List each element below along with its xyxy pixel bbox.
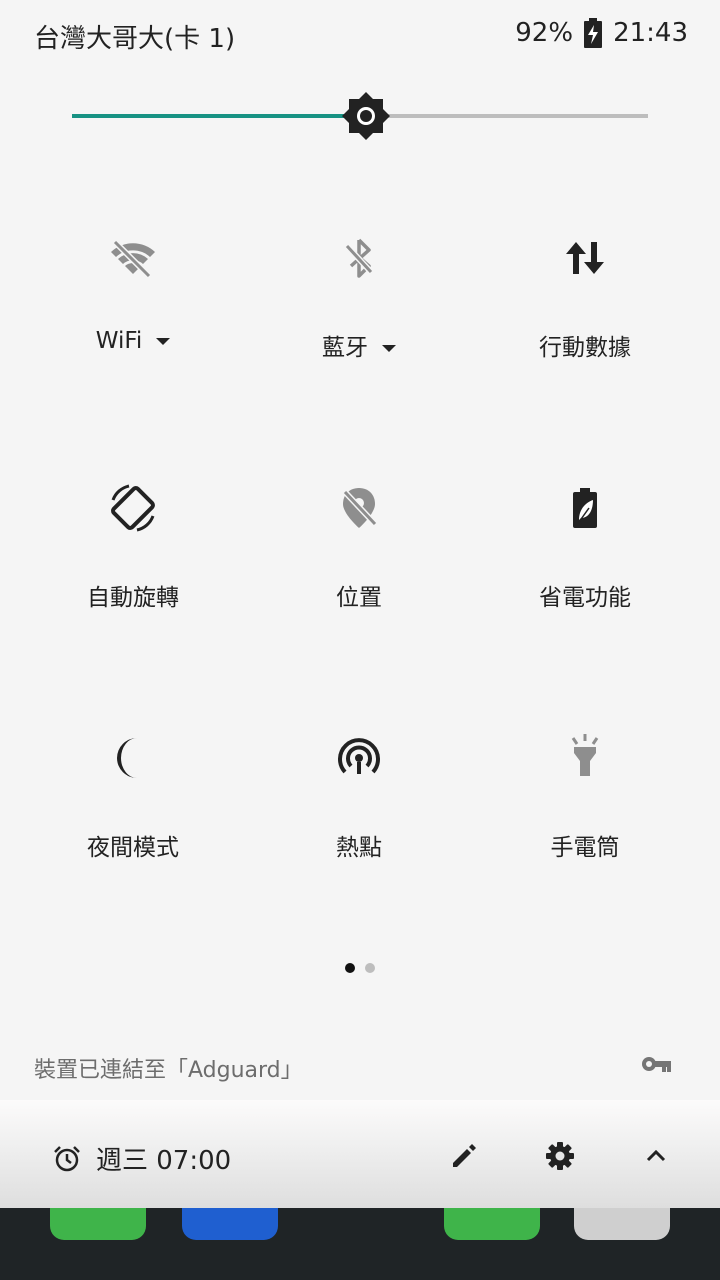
wifi-off-icon bbox=[103, 228, 163, 288]
tile-location[interactable]: 位置 bbox=[246, 460, 472, 710]
carrier-name: 台灣大哥大(卡 1) bbox=[34, 24, 236, 54]
page-dot-active bbox=[345, 963, 355, 973]
tile-wifi[interactable]: WiFi bbox=[20, 210, 246, 460]
home-screen-background bbox=[0, 1208, 720, 1280]
app-icon-partial bbox=[574, 1208, 670, 1240]
app-icon-partial bbox=[50, 1208, 146, 1240]
chevron-up-icon[interactable] bbox=[640, 1140, 672, 1172]
pencil-icon[interactable] bbox=[448, 1140, 480, 1172]
brightness-thumb-icon[interactable] bbox=[342, 92, 390, 140]
brightness-slider[interactable] bbox=[72, 92, 648, 140]
tile-mobile-data[interactable]: 行動數據 bbox=[472, 210, 698, 460]
tile-hotspot[interactable]: 熱點 bbox=[246, 710, 472, 960]
tile-label-location: 位置 bbox=[336, 585, 382, 611]
auto-rotate-icon bbox=[103, 478, 163, 538]
status-right: 92% 21:43 bbox=[515, 18, 688, 48]
battery-saver-icon bbox=[555, 478, 615, 538]
dropdown-caret-icon[interactable] bbox=[382, 345, 396, 352]
tile-label-battery-saver: 省電功能 bbox=[539, 585, 631, 611]
tile-flashlight[interactable]: 手電筒 bbox=[472, 710, 698, 960]
brightness-track-filled bbox=[72, 114, 366, 118]
status-bar: 台灣大哥大(卡 1) 92% 21:43 bbox=[0, 0, 720, 68]
page-indicator bbox=[0, 958, 720, 977]
alarm-clock-icon bbox=[54, 1145, 80, 1171]
tile-label-wifi: WiFi bbox=[20, 328, 246, 354]
tile-label-bluetooth: 藍牙 bbox=[246, 328, 472, 362]
battery-charging-icon bbox=[583, 18, 603, 48]
vpn-status-text: 裝置已連結至「Adguard」 bbox=[34, 1058, 303, 1083]
app-icon-partial bbox=[182, 1208, 278, 1240]
next-alarm[interactable]: 週三 07:00 bbox=[52, 1140, 231, 1177]
brightness-track bbox=[366, 114, 648, 118]
bluetooth-off-icon bbox=[329, 228, 389, 288]
flashlight-icon bbox=[555, 728, 615, 788]
tile-night-mode[interactable]: 夜間模式 bbox=[20, 710, 246, 960]
tile-label-night-mode: 夜間模式 bbox=[87, 835, 179, 861]
quick-settings-footer: 週三 07:00 bbox=[0, 1100, 720, 1208]
quick-settings-grid: WiFi 藍牙 行動數據 自動旋轉 位置 省電功能 夜間模式 熱點 手電筒 bbox=[20, 210, 700, 960]
night-mode-icon bbox=[103, 728, 163, 788]
tile-label-hotspot: 熱點 bbox=[336, 835, 382, 861]
tile-auto-rotate[interactable]: 自動旋轉 bbox=[20, 460, 246, 710]
alarm-time: 週三 07:00 bbox=[96, 1146, 232, 1176]
tile-battery-saver[interactable]: 省電功能 bbox=[472, 460, 698, 710]
gear-icon[interactable] bbox=[544, 1140, 576, 1172]
dropdown-caret-icon[interactable] bbox=[156, 338, 171, 345]
vpn-key-icon[interactable] bbox=[640, 1052, 672, 1076]
app-icon-partial bbox=[444, 1208, 540, 1240]
battery-percent: 92% bbox=[515, 18, 574, 48]
vpn-status-row[interactable]: 裝置已連結至「Adguard」 bbox=[0, 1040, 720, 1092]
mobile-data-icon bbox=[555, 228, 615, 288]
tile-label-flashlight: 手電筒 bbox=[550, 835, 620, 861]
tile-label-mobile-data: 行動數據 bbox=[539, 335, 631, 361]
location-off-icon bbox=[329, 478, 389, 538]
clock: 21:43 bbox=[613, 18, 688, 48]
page-dot bbox=[365, 963, 375, 973]
tile-label-auto-rotate: 自動旋轉 bbox=[87, 585, 179, 611]
tile-bluetooth[interactable]: 藍牙 bbox=[246, 210, 472, 460]
hotspot-icon bbox=[329, 728, 389, 788]
